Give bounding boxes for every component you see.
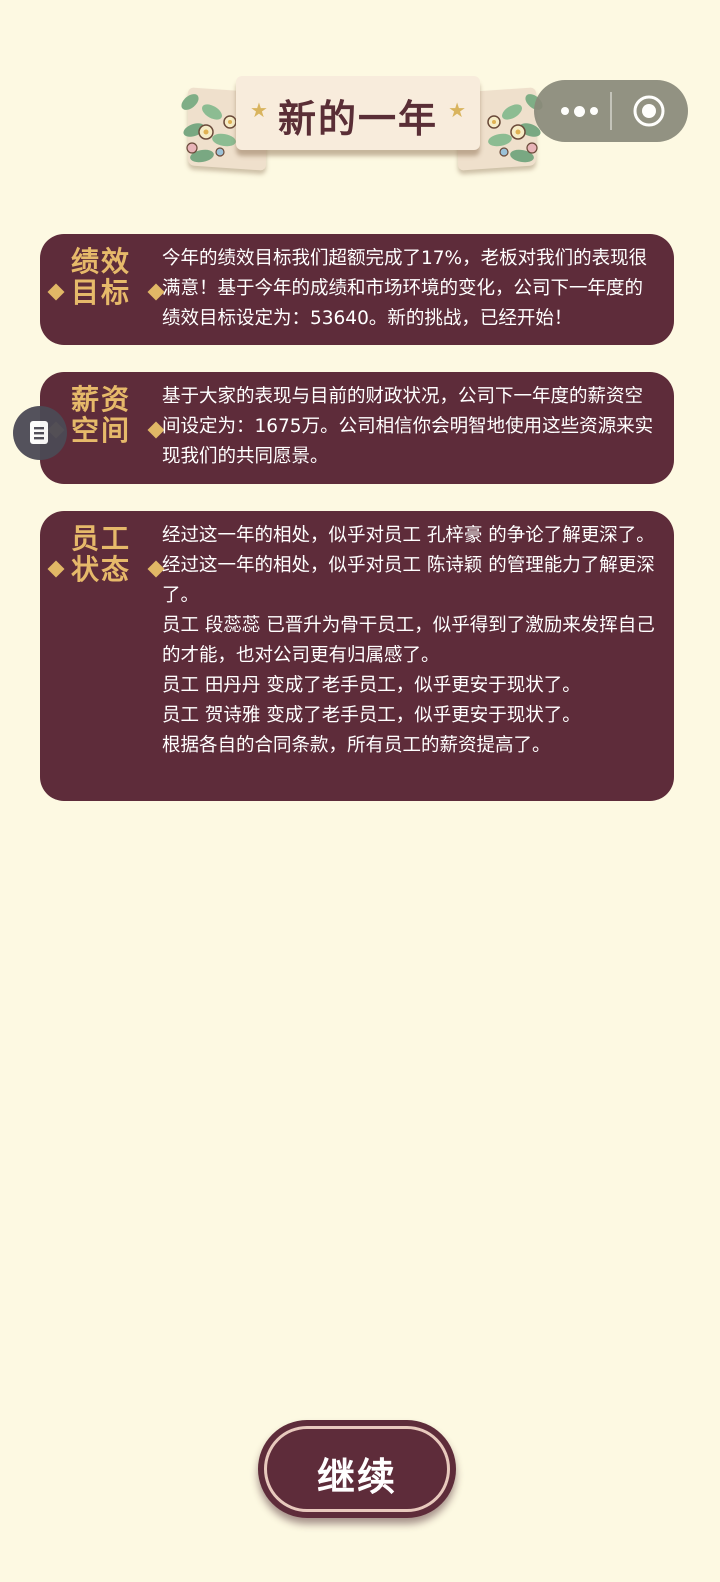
document-note-icon	[30, 421, 48, 444]
continue-button[interactable]: 继续	[258, 1420, 456, 1518]
card-body: 经过这一年的相处，似乎对员工 孔梓豪 的争论了解更深了。 经过这一年的相处，似乎…	[162, 521, 660, 761]
card-text: 员工 田丹丹 变成了老手员工，似乎更安于现状了。	[162, 675, 581, 696]
page-title: 新的一年	[277, 97, 438, 141]
card-text: 员工 段蕊蕊 已晋升为骨干员工，似乎得到了激励来发挥自己的才能，也对公司更有归属…	[162, 615, 655, 666]
diamond-left-icon	[47, 560, 65, 578]
card-text: 基于大家的表现与目前的财政状况，公司下一年度的薪资空间设定为：1675万。公司相…	[162, 386, 654, 467]
card-text: 经过这一年的相处，似乎对员工 陈诗颖 的管理能力了解更深了。	[162, 555, 655, 606]
card-label: 员工状态	[70, 522, 131, 586]
salary-card: 薪资空间 基于大家的表现与目前的财政状况，公司下一年度的薪资空间设定为：1675…	[40, 372, 674, 484]
card-body: 基于大家的表现与目前的财政状况，公司下一年度的薪资空间设定为：1675万。公司相…	[162, 382, 660, 472]
card-label: 薪资空间	[70, 383, 131, 447]
card-text: 今年的绩效目标我们超额完成了17%，老板对我们的表现很满意！基于今年的成绩和市场…	[162, 248, 648, 329]
miniprogram-capsule	[534, 80, 688, 142]
document-note-button[interactable]	[13, 406, 67, 460]
more-dots-icon[interactable]	[552, 80, 606, 142]
title-banner: ★ 新的一年 ★	[172, 72, 552, 182]
employee-status-card: 员工状态 经过这一年的相处，似乎对员工 孔梓豪 的争论了解更深了。 经过这一年的…	[40, 511, 674, 801]
card-label-wrap: 绩效目标	[46, 245, 165, 309]
card-label: 绩效目标	[70, 245, 131, 309]
card-text: 根据各自的合同条款，所有员工的薪资提高了。	[162, 735, 551, 756]
star-right-icon: ★	[448, 98, 466, 122]
target-circle-icon[interactable]	[632, 94, 666, 128]
continue-label: 继续	[316, 1455, 397, 1499]
card-label-wrap: 员工状态	[46, 522, 165, 586]
banner-scroll: ★ 新的一年 ★	[236, 76, 480, 150]
performance-card: 绩效目标 今年的绩效目标我们超额完成了17%，老板对我们的表现很满意！基于今年的…	[40, 234, 674, 345]
card-body: 今年的绩效目标我们超额完成了17%，老板对我们的表现很满意！基于今年的成绩和市场…	[162, 244, 660, 334]
capsule-divider	[610, 92, 612, 130]
diamond-left-icon	[47, 283, 65, 301]
card-text: 员工 贺诗雅 变成了老手员工，似乎更安于现状了。	[162, 705, 581, 726]
card-text: 经过这一年的相处，似乎对员工 孔梓豪 的争论了解更深了。	[162, 525, 655, 546]
